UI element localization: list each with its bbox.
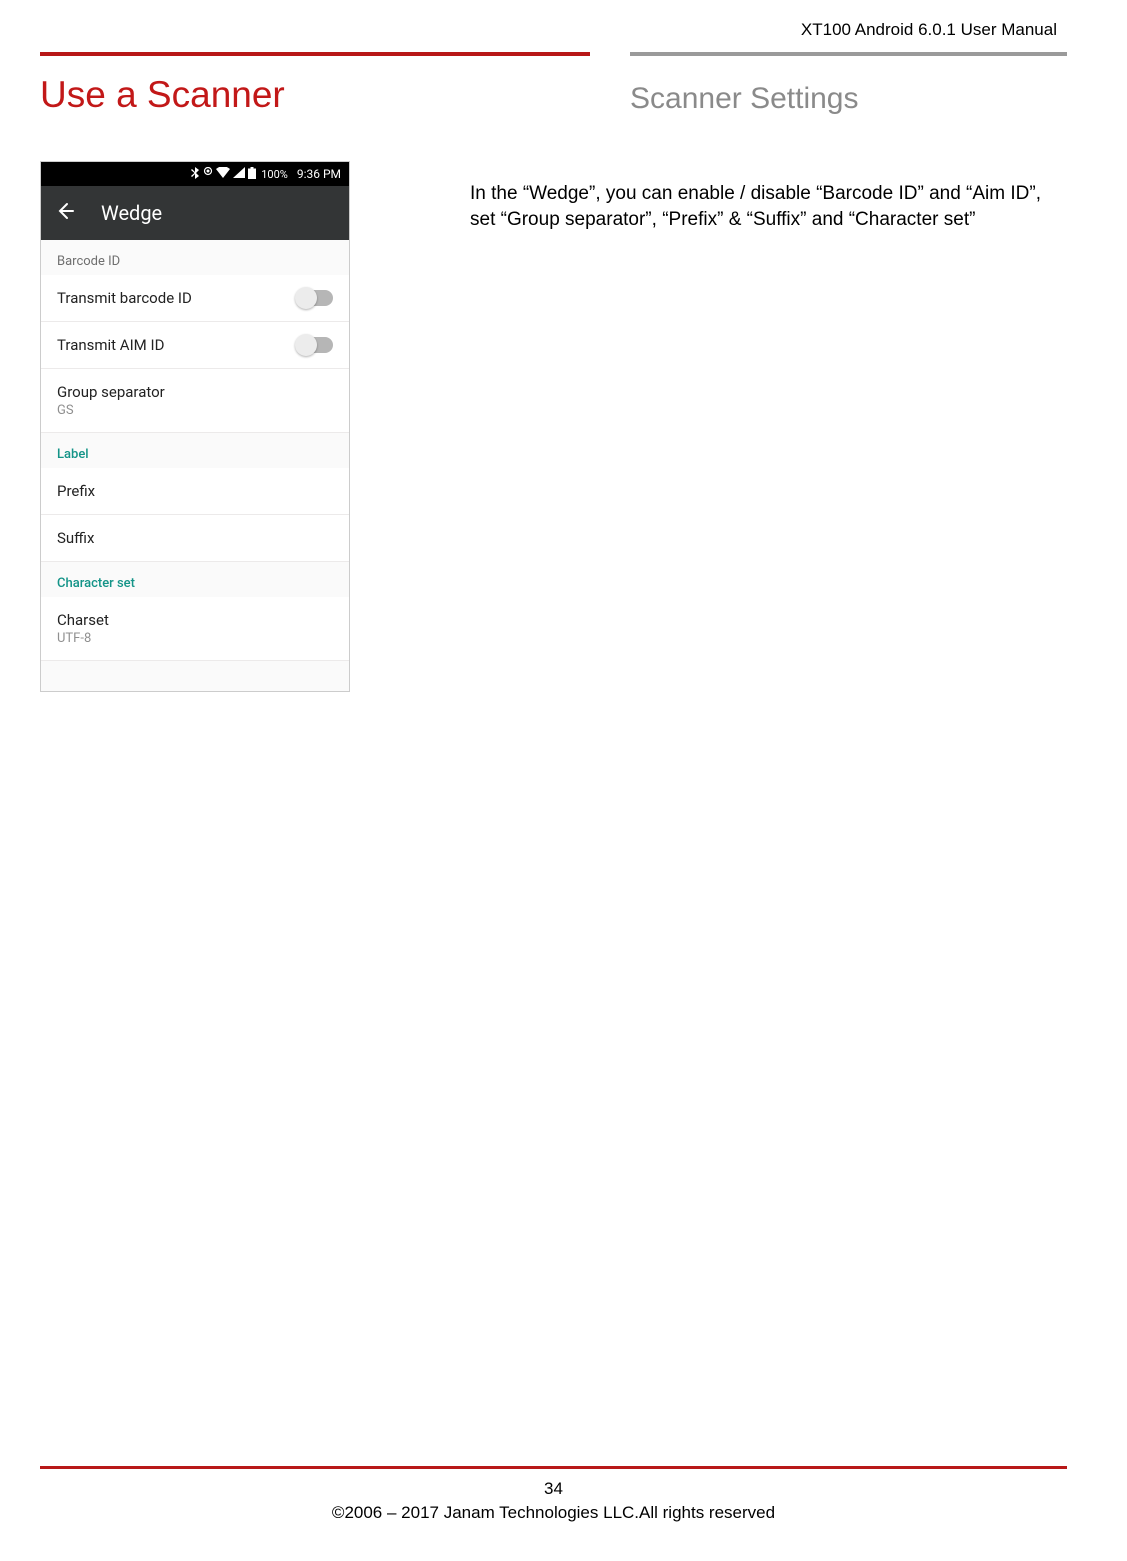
header-divider [40,52,1067,56]
section-header-label: Label [41,433,349,468]
copyright: ©2006 – 2017 Janam Technologies LLC.All … [40,1503,1067,1523]
app-title: Wedge [101,201,162,225]
page-number: 34 [40,1479,1067,1499]
section-header-barcode-id: Barcode ID [41,240,349,275]
doc-header: XT100 Android 6.0.1 User Manual [40,20,1067,40]
section-subtitle: Scanner Settings [630,66,1067,116]
item-label: Transmit barcode ID [57,289,192,307]
status-bar: 100% 9:36 PM [41,162,349,186]
app-bar: Wedge [41,186,349,240]
phone-screenshot: 100% 9:36 PM Wedge Barcode ID Transmit b… [40,161,350,692]
item-suffix[interactable]: Suffix [41,515,349,562]
section-title: Use a Scanner [40,66,630,116]
wifi-icon [216,167,230,181]
item-prefix[interactable]: Prefix [41,468,349,515]
description-text: In the “Wedge”, you can enable / disable… [470,161,1067,692]
signal-icon [233,167,245,181]
item-label: Group separator [57,383,165,401]
bluetooth-icon [191,167,200,182]
item-charset[interactable]: Charset UTF-8 [41,597,349,661]
location-icon [203,167,213,182]
toggle-transmit-barcode-id[interactable] [297,290,333,306]
item-value: GS [57,403,165,418]
section-header-charset: Character set [41,562,349,597]
status-time: 9:36 PM [297,167,341,181]
battery-icon [248,167,256,182]
item-label: Suffix [57,529,94,547]
item-transmit-barcode-id[interactable]: Transmit barcode ID [41,275,349,322]
item-label: Charset [57,611,109,629]
item-label: Prefix [57,482,95,500]
item-transmit-aim-id[interactable]: Transmit AIM ID [41,322,349,369]
back-arrow-icon[interactable] [55,201,75,226]
battery-text: 100% [261,168,288,181]
item-label: Transmit AIM ID [57,336,164,354]
page-footer: 34 ©2006 – 2017 Janam Technologies LLC.A… [40,1466,1067,1523]
toggle-transmit-aim-id[interactable] [297,337,333,353]
item-value: UTF-8 [57,631,109,646]
item-group-separator[interactable]: Group separator GS [41,369,349,433]
